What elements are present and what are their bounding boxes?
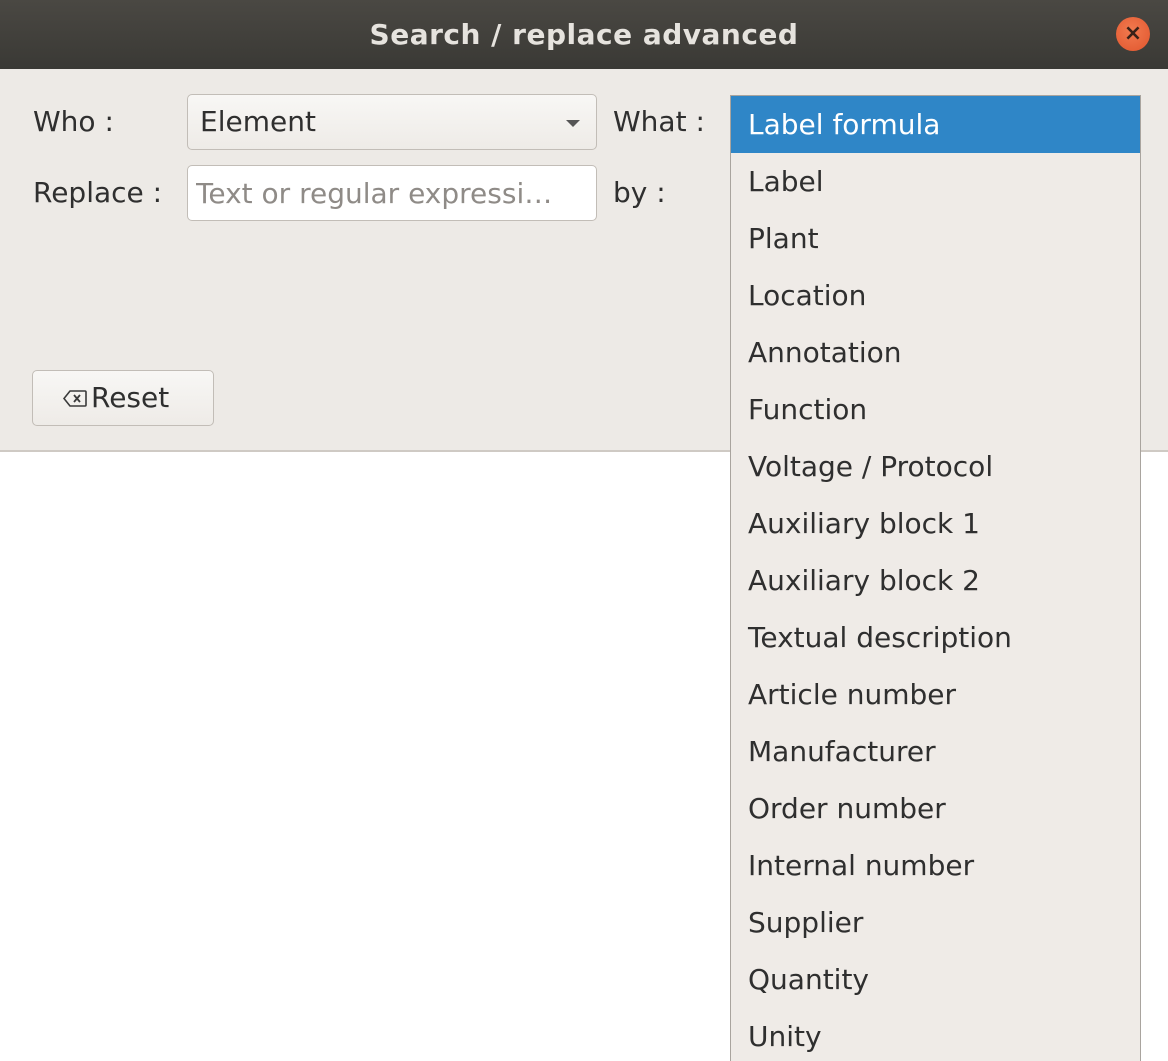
- who-combobox[interactable]: Element: [187, 94, 597, 150]
- dropdown-item-auxiliary-block-2[interactable]: Auxiliary block 2: [731, 552, 1140, 609]
- what-dropdown-list: Label formula Label Plant Location Annot…: [730, 95, 1141, 1061]
- by-label: by :: [613, 176, 666, 209]
- dropdown-item-unity[interactable]: Unity: [731, 1008, 1140, 1061]
- dropdown-item-auxiliary-block-1[interactable]: Auxiliary block 1: [731, 495, 1140, 552]
- dropdown-item-location[interactable]: Location: [731, 267, 1140, 324]
- dropdown-item-supplier[interactable]: Supplier: [731, 894, 1140, 951]
- who-label: Who :: [33, 105, 114, 138]
- window-title: Search / replace advanced: [369, 18, 799, 51]
- dropdown-item-textual-description[interactable]: Textual description: [731, 609, 1140, 666]
- dropdown-item-order-number[interactable]: Order number: [731, 780, 1140, 837]
- dropdown-item-voltage-protocol[interactable]: Voltage / Protocol: [731, 438, 1140, 495]
- reset-button[interactable]: Reset: [32, 370, 214, 426]
- reset-label: Reset: [91, 381, 170, 414]
- who-combobox-value: Element: [200, 105, 316, 138]
- close-icon: ×: [1123, 21, 1143, 46]
- chevron-down-icon: [566, 120, 580, 127]
- dropdown-item-internal-number[interactable]: Internal number: [731, 837, 1140, 894]
- dropdown-item-label-formula[interactable]: Label formula: [731, 96, 1140, 153]
- dropdown-item-article-number[interactable]: Article number: [731, 666, 1140, 723]
- backspace-clear-icon: [63, 390, 87, 407]
- dropdown-item-quantity[interactable]: Quantity: [731, 951, 1140, 1008]
- what-label: What :: [613, 105, 705, 138]
- replace-label: Replace :: [33, 176, 163, 209]
- replace-input[interactable]: [187, 165, 597, 221]
- dropdown-item-function[interactable]: Function: [731, 381, 1140, 438]
- dropdown-item-annotation[interactable]: Annotation: [731, 324, 1140, 381]
- dropdown-item-plant[interactable]: Plant: [731, 210, 1140, 267]
- close-button[interactable]: ×: [1116, 17, 1150, 51]
- window-titlebar: Search / replace advanced ×: [0, 0, 1168, 69]
- dropdown-item-label[interactable]: Label: [731, 153, 1140, 210]
- dropdown-item-manufacturer[interactable]: Manufacturer: [731, 723, 1140, 780]
